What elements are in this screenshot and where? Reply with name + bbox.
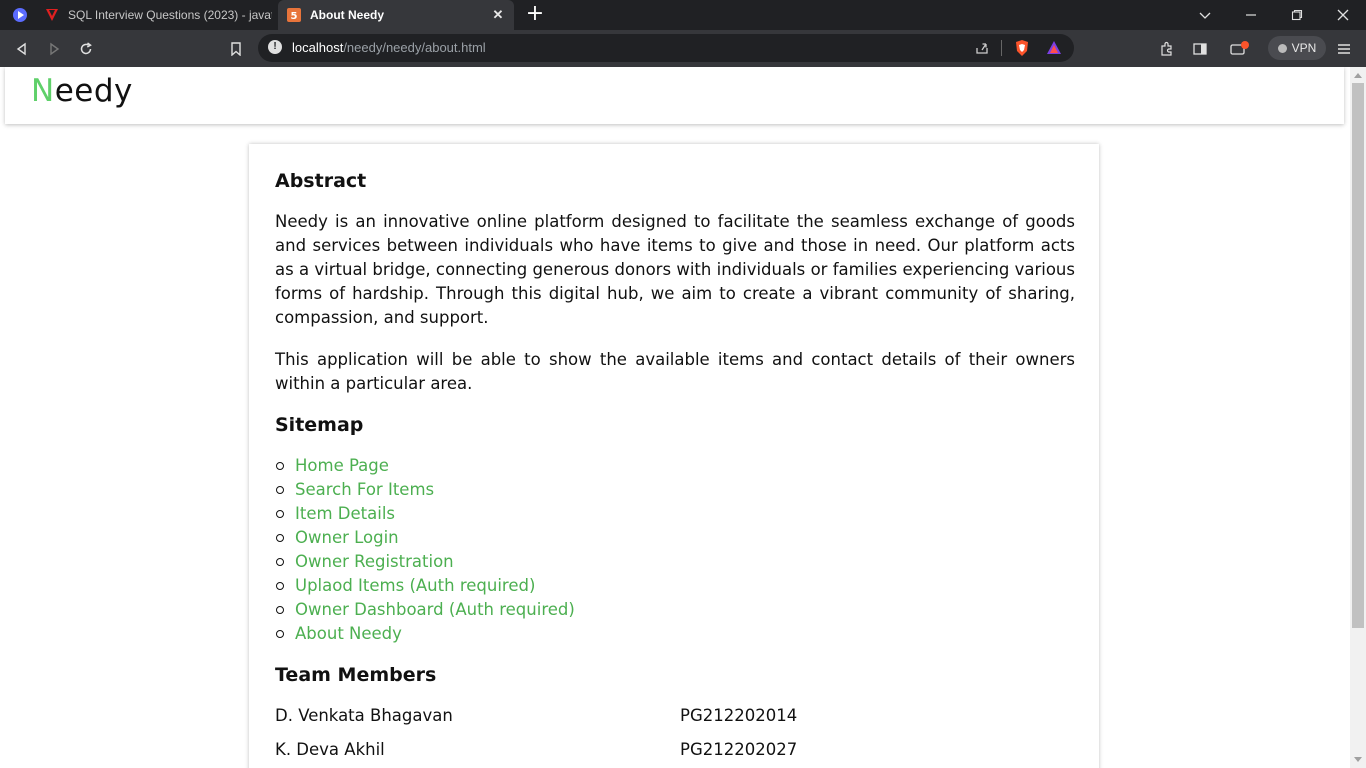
html-favicon-icon: 5 [286, 7, 302, 23]
vpn-status-icon [1277, 43, 1287, 53]
vpn-label: VPN [1291, 41, 1317, 55]
sitemap-list: Home Page Search For Items Item Details … [275, 454, 575, 646]
list-item: Item Details [276, 502, 575, 526]
scroll-down-icon[interactable] [1354, 757, 1362, 762]
sitemap-link-owner-dashboard[interactable]: Owner Dashboard (Auth required) [295, 600, 575, 619]
javatpoint-favicon-icon [44, 7, 60, 23]
abstract-heading: Abstract [275, 170, 367, 192]
needy-logo[interactable]: Needy [31, 73, 133, 109]
scrollbar-thumb[interactable] [1352, 83, 1364, 628]
browser-tab-bar: SQL Interview Questions (2023) - javatpo… [0, 0, 1366, 30]
site-header: Needy [5, 67, 1344, 124]
tab-label: SQL Interview Questions (2023) - javatpo… [68, 8, 272, 22]
wallet-icon[interactable] [1228, 37, 1252, 61]
sitemap-link-home[interactable]: Home Page [295, 456, 389, 475]
abstract-paragraph: Needy is an innovative online platform d… [275, 212, 1075, 327]
list-item: Owner Login [276, 526, 575, 550]
tab-label: About Needy [310, 8, 385, 22]
table-row: K. Deva Akhil PG212202027 [275, 738, 1075, 768]
list-item: Home Page [276, 454, 575, 478]
vpn-button[interactable]: VPN [1268, 36, 1326, 60]
page-scrollbar[interactable] [1350, 67, 1366, 768]
close-window-icon[interactable] [1320, 0, 1366, 30]
sidebar-icon[interactable] [1188, 37, 1212, 61]
list-item: Owner Registration [276, 550, 575, 574]
sitemap-link-upload-items[interactable]: Uplaod Items (Auth required) [295, 576, 535, 595]
list-item: Search For Items [276, 478, 575, 502]
sitemap-heading: Sitemap [275, 414, 364, 436]
tab-about-needy[interactable]: 5 About Needy ✕ [278, 0, 514, 30]
scroll-up-icon[interactable] [1354, 73, 1362, 78]
sitemap-link-owner-login[interactable]: Owner Login [295, 528, 399, 547]
url-text: localhost/needy/needy/about.html [292, 40, 486, 55]
team-table: D. Venkata Bhagavan PG212202014 K. Deva … [275, 704, 1075, 768]
browser-profile-icon[interactable] [8, 3, 32, 27]
restore-icon[interactable] [1274, 0, 1320, 30]
list-item: About Needy [276, 622, 575, 646]
sitemap-link-item-details[interactable]: Item Details [295, 504, 395, 523]
tab-sql-interview[interactable]: SQL Interview Questions (2023) - javatpo… [36, 0, 272, 30]
member-id: PG212202014 [680, 706, 798, 725]
member-name: D. Venkata Bhagavan [275, 706, 453, 725]
reload-icon[interactable] [74, 37, 98, 61]
new-tab-icon[interactable]: + [524, 3, 546, 25]
forward-icon[interactable] [42, 37, 66, 61]
sitemap-link-owner-registration[interactable]: Owner Registration [295, 552, 454, 571]
site-info-icon[interactable]: ! [268, 40, 282, 54]
share-icon[interactable] [974, 40, 990, 60]
extensions-icon[interactable] [1155, 37, 1179, 61]
page-viewport: Needy Abstract Needy is an innovative on… [0, 67, 1350, 768]
team-heading: Team Members [275, 664, 437, 686]
address-bar[interactable]: ! localhost/needy/needy/about.html [258, 34, 1074, 62]
about-card: Abstract Needy is an innovative online p… [249, 144, 1099, 768]
close-tab-icon[interactable]: ✕ [488, 5, 508, 25]
table-row: D. Venkata Bhagavan PG212202014 [275, 704, 1075, 738]
brave-shields-icon[interactable] [1014, 39, 1030, 61]
tab-search-icon[interactable] [1182, 0, 1228, 30]
bookmark-icon[interactable] [224, 37, 248, 61]
application-paragraph: This application will be able to show th… [275, 350, 1075, 393]
list-item: Owner Dashboard (Auth required) [276, 598, 575, 622]
minimize-icon[interactable] [1228, 0, 1274, 30]
list-item: Uplaod Items (Auth required) [276, 574, 575, 598]
member-id: PG212202027 [680, 740, 798, 759]
member-name: K. Deva Akhil [275, 740, 385, 759]
sitemap-link-about[interactable]: About Needy [295, 624, 402, 643]
browser-toolbar: ! localhost/needy/needy/about.html VPN [0, 30, 1366, 67]
back-icon[interactable] [10, 37, 34, 61]
divider [1001, 40, 1002, 56]
svg-text:5: 5 [291, 11, 298, 22]
menu-icon[interactable] [1332, 37, 1356, 61]
brave-rewards-icon[interactable] [1046, 40, 1062, 60]
sitemap-link-search[interactable]: Search For Items [295, 480, 434, 499]
